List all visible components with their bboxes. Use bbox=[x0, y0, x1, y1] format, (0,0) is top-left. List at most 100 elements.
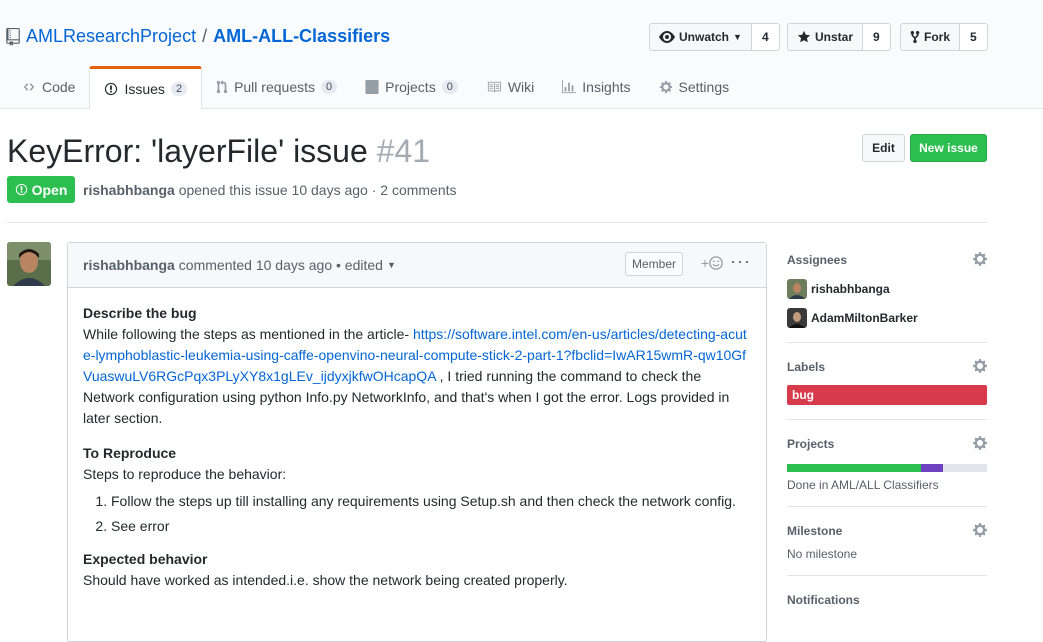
gear-icon[interactable] bbox=[973, 522, 987, 538]
comment-author-link[interactable]: rishabhbanga bbox=[83, 257, 175, 273]
reproduce-heading: To Reproduce bbox=[83, 445, 177, 461]
repo-title: AMLResearchProject / AML-ALL-Classifiers bbox=[6, 26, 390, 47]
repo-icon bbox=[6, 27, 20, 46]
tab-code-label: Code bbox=[42, 79, 76, 95]
fork-label: Fork bbox=[924, 30, 951, 44]
labels-section: Labels bug bbox=[787, 357, 987, 420]
caret-down-icon: ▼ bbox=[733, 32, 742, 42]
projects-title-text: Projects bbox=[787, 437, 835, 451]
issue-sidebar: Assignees rishabhbanga AdamMiltonBarker … bbox=[787, 250, 987, 610]
notifications-section: Notifications bbox=[787, 590, 987, 610]
new-issue-button[interactable]: New issue bbox=[910, 134, 987, 162]
gear-icon[interactable] bbox=[973, 358, 987, 374]
unwatch-button[interactable]: Unwatch ▼ bbox=[649, 23, 752, 51]
repo-nav-tabs: Code Issues 2 Pull requests 0 Projects 0… bbox=[8, 66, 743, 109]
repo-owner-link[interactable]: AMLResearchProject bbox=[26, 26, 196, 47]
fork-button[interactable]: Fork bbox=[900, 23, 961, 51]
milestone-text: No milestone bbox=[787, 547, 858, 561]
issues-counter: 2 bbox=[170, 82, 188, 96]
status-text: Open bbox=[31, 181, 68, 198]
avatar[interactable] bbox=[7, 242, 51, 286]
tab-insights[interactable]: Insights bbox=[548, 66, 644, 108]
tab-wiki[interactable]: Wiki bbox=[472, 66, 548, 108]
assignee-name: AdamMiltonBarker bbox=[811, 311, 918, 325]
progress-in-progress bbox=[921, 464, 943, 472]
unwatch-label: Unwatch bbox=[679, 30, 730, 44]
milestone-title-text: Milestone bbox=[787, 524, 843, 538]
tab-projects[interactable]: Projects 0 bbox=[351, 66, 472, 108]
list-item: See error bbox=[111, 516, 751, 537]
add-reaction-button[interactable]: + bbox=[701, 255, 723, 271]
expected-text: Should have worked as intended.i.e. show… bbox=[83, 572, 568, 588]
code-icon bbox=[23, 83, 35, 91]
tab-issues[interactable]: Issues 2 bbox=[89, 66, 203, 109]
issue-icon bbox=[105, 82, 118, 96]
pull-requests-counter: 0 bbox=[321, 80, 338, 94]
unstar-label: Unstar bbox=[815, 30, 854, 44]
tab-settings[interactable]: Settings bbox=[645, 66, 744, 108]
book-icon bbox=[487, 81, 501, 93]
milestone-section: Milestone No milestone bbox=[787, 521, 987, 576]
gear-icon[interactable] bbox=[973, 435, 987, 451]
projects-counter: 0 bbox=[441, 80, 458, 94]
labels-title[interactable]: Labels bbox=[787, 357, 987, 377]
tab-settings-label: Settings bbox=[678, 79, 730, 95]
label-bug[interactable]: bug bbox=[787, 385, 987, 405]
divider bbox=[7, 222, 987, 223]
list-item: Follow the steps up till installing any … bbox=[111, 491, 751, 512]
assignee-name: rishabhbanga bbox=[811, 282, 890, 296]
comment-meta[interactable]: commented 10 days ago • edited bbox=[179, 257, 383, 273]
comment-header: rishabhbanga commented 10 days ago • edi… bbox=[68, 243, 766, 288]
progress-done bbox=[787, 464, 921, 472]
project-progress-bar bbox=[787, 464, 987, 472]
projects-title[interactable]: Projects bbox=[787, 434, 987, 454]
issue-title-text: KeyError: 'layerFile' issue bbox=[7, 133, 368, 169]
expected-heading: Expected behavior bbox=[83, 551, 208, 567]
star-group: Unstar 9 bbox=[787, 23, 891, 51]
member-badge: Member bbox=[624, 252, 683, 276]
forks-count[interactable]: 5 bbox=[960, 23, 988, 51]
gear-icon bbox=[659, 80, 672, 94]
assignee-adammiltonbarker[interactable]: AdamMiltonBarker bbox=[787, 308, 987, 328]
issue-title: KeyError: 'layerFile' issue #41 bbox=[7, 133, 430, 170]
eye-icon bbox=[659, 31, 675, 43]
tab-issues-label: Issues bbox=[124, 81, 165, 97]
issue-meta: rishabhbanga opened this issue 10 days a… bbox=[83, 182, 457, 198]
tab-pull-requests[interactable]: Pull requests 0 bbox=[202, 66, 351, 108]
repo-name-link[interactable]: AML-ALL-Classifiers bbox=[213, 26, 390, 47]
tab-insights-label: Insights bbox=[582, 79, 631, 95]
more-options-icon[interactable]: ··· bbox=[730, 251, 751, 272]
steps-list: Follow the steps up till installing any … bbox=[83, 491, 751, 537]
describe-text-1: While following the steps as mentioned i… bbox=[83, 326, 413, 342]
pull-request-icon bbox=[216, 80, 228, 94]
avatar bbox=[787, 308, 807, 328]
star-icon bbox=[797, 30, 811, 43]
issue-open-icon bbox=[15, 183, 27, 196]
notifications-title: Notifications bbox=[787, 593, 860, 607]
tab-pull-requests-label: Pull requests bbox=[234, 79, 315, 95]
tab-code[interactable]: Code bbox=[8, 66, 89, 108]
gear-icon[interactable] bbox=[973, 251, 987, 267]
issue-author-link[interactable]: rishabhbanga bbox=[83, 182, 175, 198]
assignee-rishabhbanga[interactable]: rishabhbanga bbox=[787, 279, 987, 299]
fork-group: Fork 5 bbox=[900, 23, 988, 51]
project-status-text[interactable]: Done in AML/ALL Classifiers bbox=[787, 478, 987, 492]
repo-header: AMLResearchProject / AML-ALL-Classifiers… bbox=[0, 0, 1043, 109]
edit-button[interactable]: Edit bbox=[862, 134, 905, 162]
status-badge: Open bbox=[7, 176, 75, 203]
caret-down-icon[interactable]: ▼ bbox=[387, 260, 396, 270]
describe-heading: Describe the bug bbox=[83, 305, 197, 321]
stars-count[interactable]: 9 bbox=[863, 23, 891, 51]
project-icon bbox=[365, 80, 379, 94]
unstar-button[interactable]: Unstar bbox=[787, 23, 864, 51]
repo-separator: / bbox=[202, 26, 208, 46]
tab-projects-label: Projects bbox=[385, 79, 436, 95]
watchers-count[interactable]: 4 bbox=[751, 23, 780, 51]
fork-icon bbox=[910, 30, 920, 44]
tab-wiki-label: Wiki bbox=[507, 79, 535, 95]
avatar-image bbox=[7, 242, 51, 286]
assignees-title[interactable]: Assignees bbox=[787, 250, 987, 270]
issue-meta-text: opened this issue 10 days ago · 2 commen… bbox=[178, 182, 457, 198]
milestone-title[interactable]: Milestone bbox=[787, 521, 987, 541]
plus-icon: + bbox=[700, 255, 709, 271]
